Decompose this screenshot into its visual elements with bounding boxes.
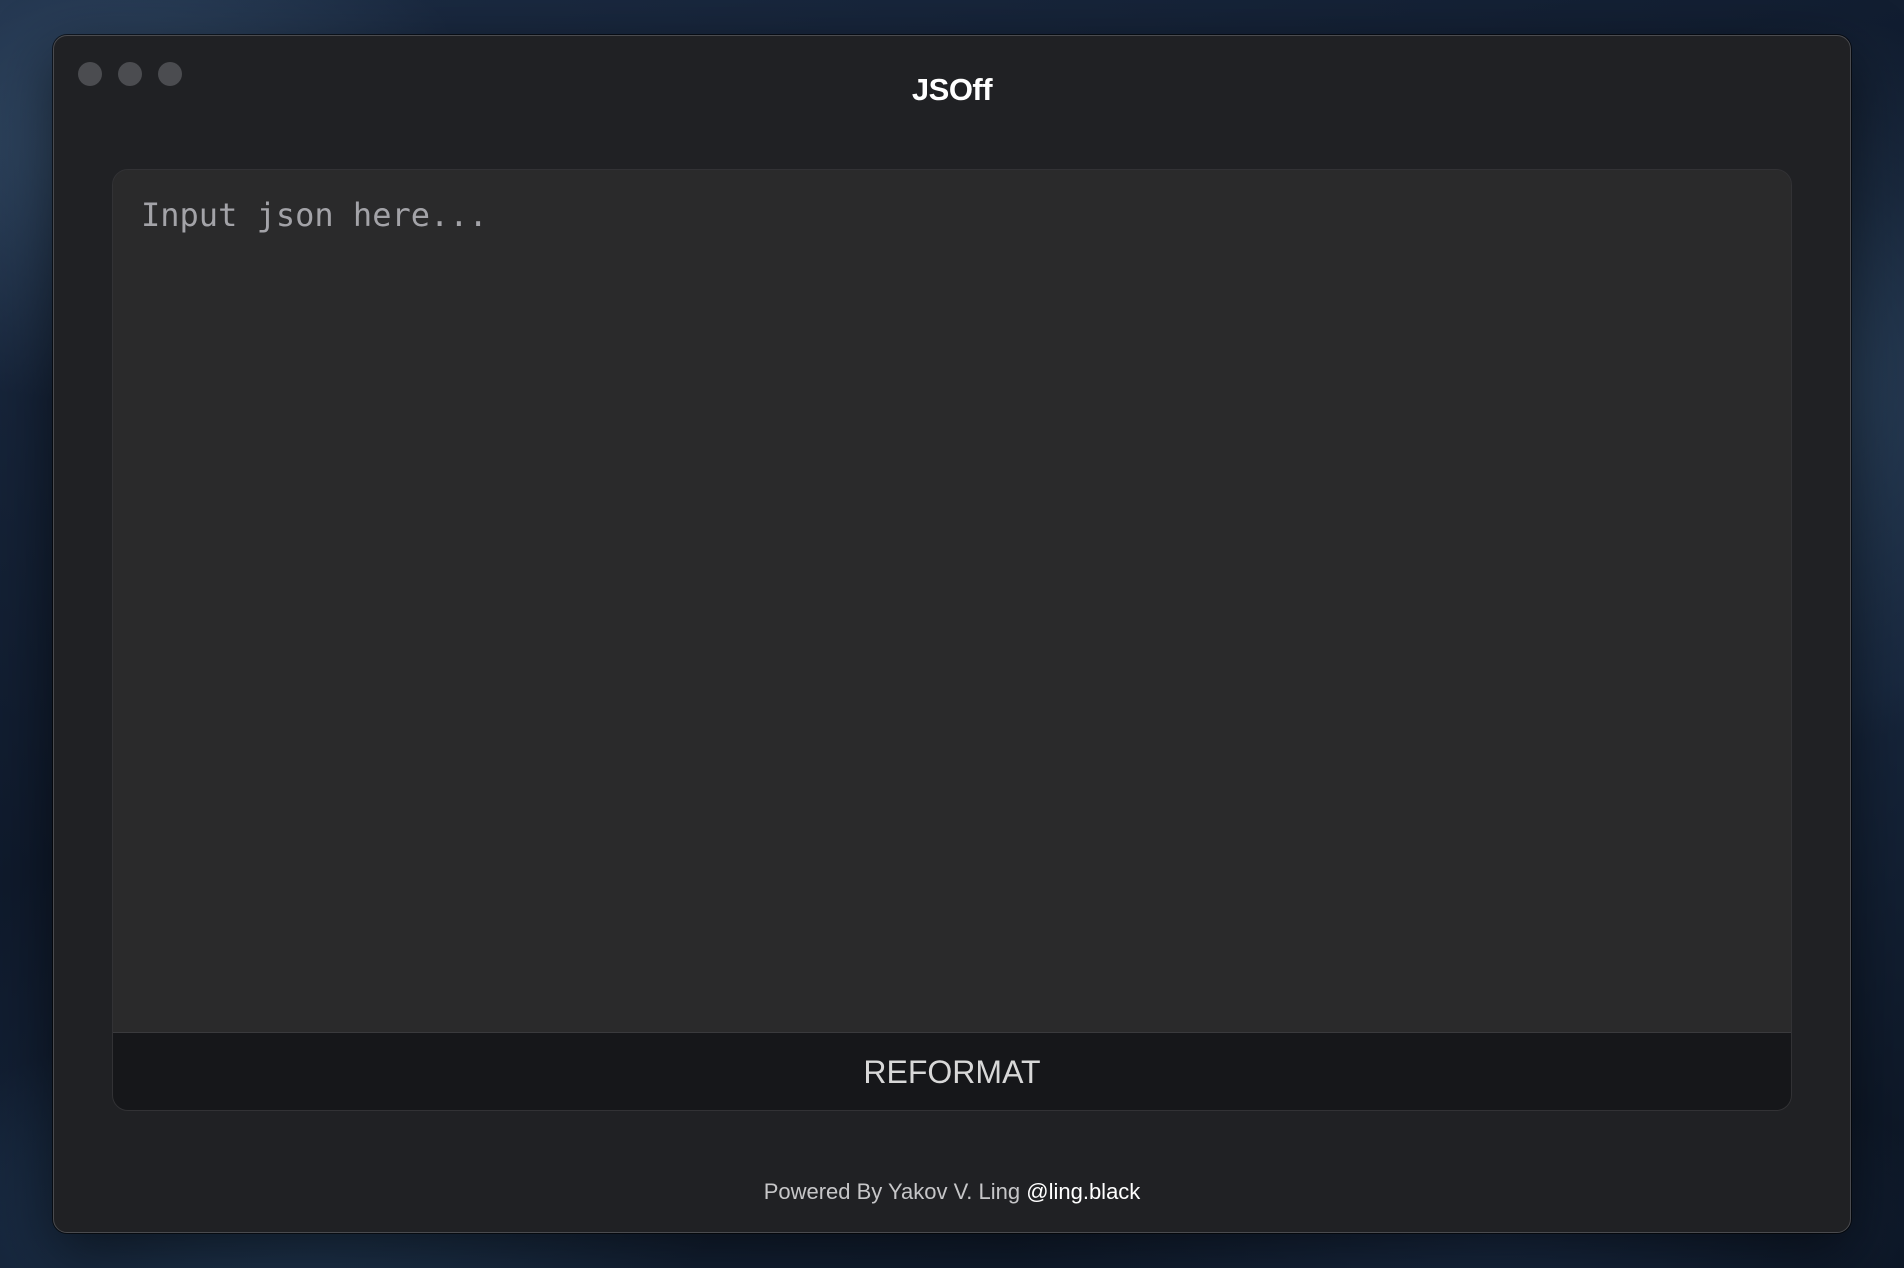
- footer-credit: Powered By Yakov V. Ling: [763, 1179, 1021, 1204]
- app-window: JSOff REFORMAT Powered By Yakov V. Ling …: [53, 35, 1851, 1233]
- reformat-button[interactable]: REFORMAT: [113, 1032, 1791, 1110]
- footer: Powered By Yakov V. Ling @ling.black: [54, 1179, 1850, 1205]
- editor-card: REFORMAT: [112, 169, 1792, 1111]
- author-link[interactable]: @ling.black: [1026, 1179, 1140, 1204]
- window-title: JSOff: [911, 72, 993, 107]
- json-input[interactable]: [113, 170, 1791, 1032]
